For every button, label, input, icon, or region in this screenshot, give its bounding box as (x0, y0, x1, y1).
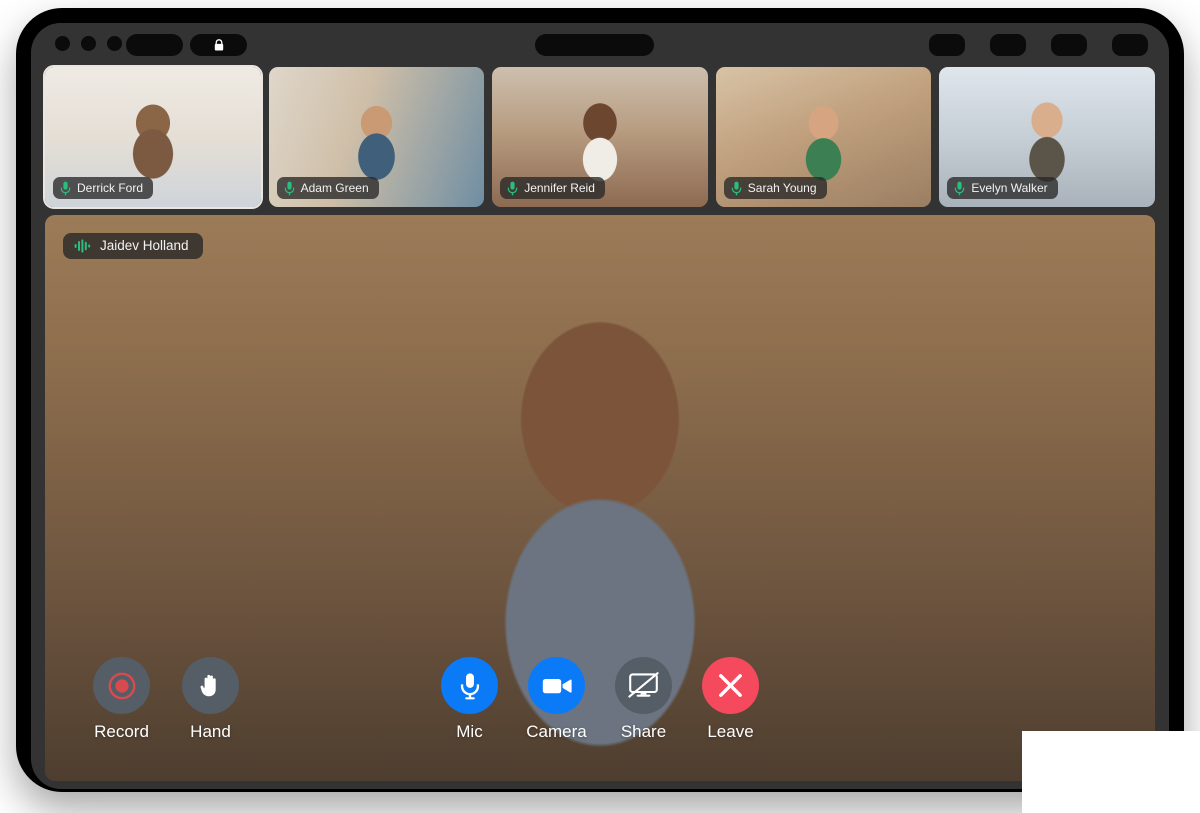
raise-hand-button[interactable]: Hand (182, 657, 239, 740)
participant-name-badge: Adam Green (276, 177, 379, 199)
titlebar-button-4[interactable] (1112, 34, 1148, 56)
participant-tile-jennifer-reid[interactable]: Jennifer Reid (492, 67, 708, 207)
camera-toggle-button[interactable]: Camera (526, 657, 587, 741)
lock-icon (214, 39, 223, 51)
mic-toggle-circle (441, 657, 498, 714)
participant-tile-adam-green[interactable]: Adam Green (268, 67, 485, 207)
titlebar-left-pill[interactable] (126, 34, 183, 56)
record-button[interactable]: Record (93, 657, 150, 740)
leave-meeting-circle (702, 657, 759, 714)
record-icon (108, 672, 135, 699)
titlebar-center-pill[interactable] (535, 34, 654, 56)
camera-toggle-label: Camera (526, 722, 587, 741)
titlebar-button-3[interactable] (1051, 34, 1087, 56)
active-speaker-name: Jaidev Holland (100, 238, 189, 254)
traffic-light-buttons (55, 36, 122, 51)
close-window-button[interactable] (55, 36, 70, 51)
microphone-icon (284, 181, 294, 195)
participant-name-badge: Jennifer Reid (500, 177, 605, 199)
leave-meeting-label: Leave (707, 722, 754, 741)
record-button-label: Record (94, 722, 149, 741)
participant-tile-evelyn-walker[interactable]: Evelyn Walker (939, 67, 1155, 207)
screen-share-circle (615, 657, 672, 714)
microphone-icon (507, 181, 518, 195)
participant-thumbnail-strip: Derrick Ford Adam Green Jennifer Reid Sa… (43, 65, 1155, 211)
active-speaker-video[interactable]: Jaidev Holland Record Hand Mic Camera Sh… (45, 215, 1155, 781)
microphone-icon (731, 181, 742, 195)
active-speaker-name-badge: Jaidev Holland (63, 233, 203, 259)
microphone-icon (60, 181, 71, 195)
participant-name: Sarah Young (747, 181, 817, 195)
white-overlay-block (1022, 731, 1200, 813)
maximize-window-button[interactable] (107, 36, 122, 51)
mic-toggle-label: Mic (456, 722, 483, 741)
leave-meeting-button[interactable]: Leave (702, 657, 759, 740)
close-x-icon (719, 674, 742, 697)
mic-toggle-button[interactable]: Mic (441, 657, 498, 740)
audio-waveform-icon (74, 239, 91, 253)
microphone-icon (955, 181, 965, 195)
titlebar-lock-pill[interactable] (190, 34, 247, 56)
screen-share-label: Share (620, 722, 667, 741)
meeting-control-bar: Record Hand Mic Camera Share Leave (45, 657, 1155, 767)
participant-name: Jennifer Reid (524, 181, 595, 195)
minimize-window-button[interactable] (81, 36, 96, 51)
record-button-circle (93, 657, 150, 714)
titlebar-button-2[interactable] (990, 34, 1026, 56)
window-titlebar (31, 23, 1169, 67)
screenshot-canvas: Derrick Ford Adam Green Jennifer Reid Sa… (0, 0, 1200, 813)
raise-hand-button-circle (182, 657, 239, 714)
control-group-center: Mic Camera Share Leave (441, 657, 759, 740)
raise-hand-button-label: Hand (190, 722, 231, 741)
participant-name: Adam Green (300, 181, 369, 195)
camera-toggle-circle (528, 657, 585, 714)
titlebar-right-buttons (929, 34, 1148, 56)
participant-tile-derrick-ford[interactable]: Derrick Ford (43, 65, 263, 209)
participant-name: Evelyn Walker (971, 181, 1048, 195)
participant-name: Derrick Ford (77, 181, 144, 195)
titlebar-button-1[interactable] (929, 34, 965, 56)
microphone-icon (460, 672, 479, 699)
participant-name-badge: Evelyn Walker (947, 177, 1058, 199)
participant-tile-sarah-young[interactable]: Sarah Young (715, 67, 932, 207)
device-screen: Derrick Ford Adam Green Jennifer Reid Sa… (31, 23, 1169, 789)
participant-name-badge: Derrick Ford (53, 177, 154, 199)
video-camera-icon (542, 678, 572, 693)
screen-share-off-icon (628, 672, 659, 698)
raised-hand-icon (200, 674, 216, 697)
control-group-left: Record Hand (93, 657, 239, 740)
screen-share-button[interactable]: Share (615, 657, 672, 740)
participant-name-badge: Sarah Young (723, 177, 827, 199)
